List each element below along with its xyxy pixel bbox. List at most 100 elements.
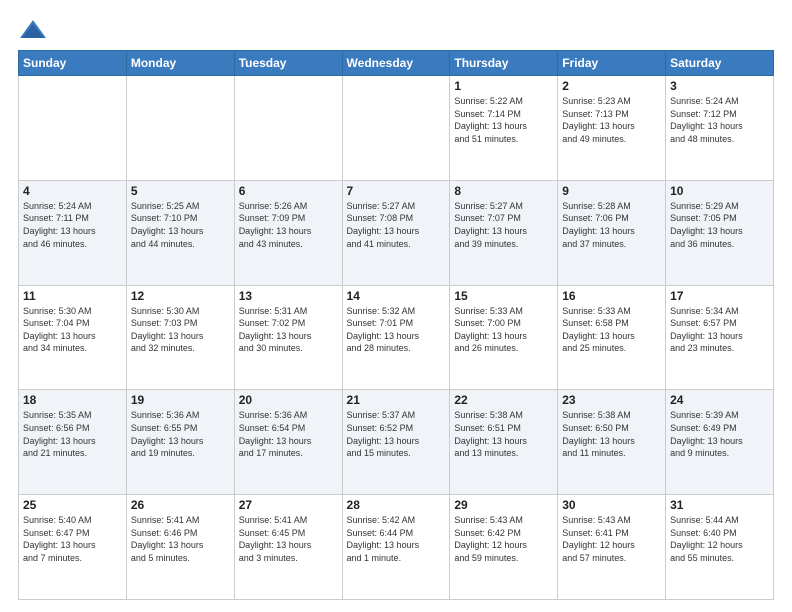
logo-icon xyxy=(18,18,48,42)
calendar-cell: 9 Sunrise: 5:28 AM Sunset: 7:06 PM Daylig… xyxy=(558,180,666,285)
calendar-cell: 15Sunrise: 5:33 AM Sunset: 7:00 PM Dayli… xyxy=(450,285,558,390)
day-info: Sunrise: 5:30 AM Sunset: 7:03 PM Dayligh… xyxy=(131,305,230,355)
weekday-header: Wednesday xyxy=(342,51,450,76)
calendar-cell: 7Sunrise: 5:27 AM Sunset: 7:08 PM Daylig… xyxy=(342,180,450,285)
day-number: 9 xyxy=(562,184,661,198)
day-number: 29 xyxy=(454,498,553,512)
day-info: Sunrise: 5:32 AM Sunset: 7:01 PM Dayligh… xyxy=(347,305,446,355)
calendar-week-row: 4 Sunrise: 5:24 AM Sunset: 7:11 PM Daylig… xyxy=(19,180,774,285)
day-number: 27 xyxy=(239,498,338,512)
calendar-table: SundayMondayTuesdayWednesdayThursdayFrid… xyxy=(18,50,774,600)
day-info: Sunrise: 5:39 AM Sunset: 6:49 PM Dayligh… xyxy=(670,409,769,459)
day-number: 3 xyxy=(670,79,769,93)
calendar-cell: 3 Sunrise: 5:24 AM Sunset: 7:12 PM Daylig… xyxy=(666,76,774,181)
day-number: 18 xyxy=(23,393,122,407)
calendar-cell: 16 Sunrise: 5:33 AM Sunset: 6:58 PM Dayli… xyxy=(558,285,666,390)
calendar-cell: 21 Sunrise: 5:37 AM Sunset: 6:52 PM Dayli… xyxy=(342,390,450,495)
day-number: 4 xyxy=(23,184,122,198)
calendar-header-row: SundayMondayTuesdayWednesdayThursdayFrid… xyxy=(19,51,774,76)
calendar-cell: 26 Sunrise: 5:41 AM Sunset: 6:46 PM Dayli… xyxy=(126,495,234,600)
day-info: Sunrise: 5:41 AM Sunset: 6:46 PM Dayligh… xyxy=(131,514,230,564)
weekday-header: Tuesday xyxy=(234,51,342,76)
day-info: Sunrise: 5:30 AM Sunset: 7:04 PM Dayligh… xyxy=(23,305,122,355)
day-number: 12 xyxy=(131,289,230,303)
day-info: Sunrise: 5:36 AM Sunset: 6:54 PM Dayligh… xyxy=(239,409,338,459)
weekday-header: Monday xyxy=(126,51,234,76)
day-info: Sunrise: 5:29 AM Sunset: 7:05 PM Dayligh… xyxy=(670,200,769,250)
day-number: 26 xyxy=(131,498,230,512)
day-info: Sunrise: 5:37 AM Sunset: 6:52 PM Dayligh… xyxy=(347,409,446,459)
day-number: 14 xyxy=(347,289,446,303)
calendar-cell: 10 Sunrise: 5:29 AM Sunset: 7:05 PM Dayli… xyxy=(666,180,774,285)
calendar-cell: 24 Sunrise: 5:39 AM Sunset: 6:49 PM Dayli… xyxy=(666,390,774,495)
day-number: 21 xyxy=(347,393,446,407)
day-number: 23 xyxy=(562,393,661,407)
day-info: Sunrise: 5:43 AM Sunset: 6:42 PM Dayligh… xyxy=(454,514,553,564)
weekday-header: Thursday xyxy=(450,51,558,76)
day-number: 16 xyxy=(562,289,661,303)
calendar-cell xyxy=(19,76,127,181)
calendar-cell: 2 Sunrise: 5:23 AM Sunset: 7:13 PM Daylig… xyxy=(558,76,666,181)
day-info: Sunrise: 5:28 AM Sunset: 7:06 PM Dayligh… xyxy=(562,200,661,250)
weekday-header: Saturday xyxy=(666,51,774,76)
day-number: 28 xyxy=(347,498,446,512)
header xyxy=(18,18,774,42)
calendar-week-row: 1 Sunrise: 5:22 AM Sunset: 7:14 PM Daylig… xyxy=(19,76,774,181)
day-info: Sunrise: 5:38 AM Sunset: 6:51 PM Dayligh… xyxy=(454,409,553,459)
calendar-cell: 1 Sunrise: 5:22 AM Sunset: 7:14 PM Daylig… xyxy=(450,76,558,181)
calendar-cell: 19 Sunrise: 5:36 AM Sunset: 6:55 PM Dayli… xyxy=(126,390,234,495)
day-info: Sunrise: 5:24 AM Sunset: 7:11 PM Dayligh… xyxy=(23,200,122,250)
calendar-cell: 25 Sunrise: 5:40 AM Sunset: 6:47 PM Dayli… xyxy=(19,495,127,600)
weekday-header: Sunday xyxy=(19,51,127,76)
day-number: 1 xyxy=(454,79,553,93)
day-number: 22 xyxy=(454,393,553,407)
day-number: 25 xyxy=(23,498,122,512)
day-number: 19 xyxy=(131,393,230,407)
day-number: 30 xyxy=(562,498,661,512)
day-info: Sunrise: 5:27 AM Sunset: 7:08 PM Dayligh… xyxy=(347,200,446,250)
day-info: Sunrise: 5:24 AM Sunset: 7:12 PM Dayligh… xyxy=(670,95,769,145)
day-info: Sunrise: 5:40 AM Sunset: 6:47 PM Dayligh… xyxy=(23,514,122,564)
day-info: Sunrise: 5:41 AM Sunset: 6:45 PM Dayligh… xyxy=(239,514,338,564)
calendar-cell: 31Sunrise: 5:44 AM Sunset: 6:40 PM Dayli… xyxy=(666,495,774,600)
day-info: Sunrise: 5:35 AM Sunset: 6:56 PM Dayligh… xyxy=(23,409,122,459)
day-info: Sunrise: 5:31 AM Sunset: 7:02 PM Dayligh… xyxy=(239,305,338,355)
calendar-week-row: 11 Sunrise: 5:30 AM Sunset: 7:04 PM Dayli… xyxy=(19,285,774,390)
day-info: Sunrise: 5:43 AM Sunset: 6:41 PM Dayligh… xyxy=(562,514,661,564)
day-info: Sunrise: 5:23 AM Sunset: 7:13 PM Dayligh… xyxy=(562,95,661,145)
day-number: 20 xyxy=(239,393,338,407)
calendar-week-row: 18 Sunrise: 5:35 AM Sunset: 6:56 PM Dayli… xyxy=(19,390,774,495)
day-number: 2 xyxy=(562,79,661,93)
calendar-cell: 28Sunrise: 5:42 AM Sunset: 6:44 PM Dayli… xyxy=(342,495,450,600)
calendar-week-row: 25 Sunrise: 5:40 AM Sunset: 6:47 PM Dayli… xyxy=(19,495,774,600)
page: SundayMondayTuesdayWednesdayThursdayFrid… xyxy=(0,0,792,612)
calendar-cell: 14 Sunrise: 5:32 AM Sunset: 7:01 PM Dayli… xyxy=(342,285,450,390)
day-info: Sunrise: 5:34 AM Sunset: 6:57 PM Dayligh… xyxy=(670,305,769,355)
calendar-cell: 29 Sunrise: 5:43 AM Sunset: 6:42 PM Dayli… xyxy=(450,495,558,600)
weekday-header: Friday xyxy=(558,51,666,76)
day-info: Sunrise: 5:25 AM Sunset: 7:10 PM Dayligh… xyxy=(131,200,230,250)
day-number: 24 xyxy=(670,393,769,407)
calendar-cell: 23 Sunrise: 5:38 AM Sunset: 6:50 PM Dayli… xyxy=(558,390,666,495)
calendar-cell: 6 Sunrise: 5:26 AM Sunset: 7:09 PM Daylig… xyxy=(234,180,342,285)
calendar-cell: 20 Sunrise: 5:36 AM Sunset: 6:54 PM Dayli… xyxy=(234,390,342,495)
calendar-cell: 5 Sunrise: 5:25 AM Sunset: 7:10 PM Daylig… xyxy=(126,180,234,285)
calendar-cell: 22 Sunrise: 5:38 AM Sunset: 6:51 PM Dayli… xyxy=(450,390,558,495)
calendar-cell: 11 Sunrise: 5:30 AM Sunset: 7:04 PM Dayli… xyxy=(19,285,127,390)
day-number: 15 xyxy=(454,289,553,303)
day-info: Sunrise: 5:33 AM Sunset: 6:58 PM Dayligh… xyxy=(562,305,661,355)
day-number: 11 xyxy=(23,289,122,303)
day-info: Sunrise: 5:36 AM Sunset: 6:55 PM Dayligh… xyxy=(131,409,230,459)
calendar-cell: 13Sunrise: 5:31 AM Sunset: 7:02 PM Dayli… xyxy=(234,285,342,390)
calendar-cell xyxy=(234,76,342,181)
day-number: 10 xyxy=(670,184,769,198)
day-info: Sunrise: 5:22 AM Sunset: 7:14 PM Dayligh… xyxy=(454,95,553,145)
day-info: Sunrise: 5:38 AM Sunset: 6:50 PM Dayligh… xyxy=(562,409,661,459)
day-number: 17 xyxy=(670,289,769,303)
day-number: 5 xyxy=(131,184,230,198)
calendar-cell: 8Sunrise: 5:27 AM Sunset: 7:07 PM Daylig… xyxy=(450,180,558,285)
calendar-cell: 12 Sunrise: 5:30 AM Sunset: 7:03 PM Dayli… xyxy=(126,285,234,390)
calendar-cell xyxy=(342,76,450,181)
day-number: 6 xyxy=(239,184,338,198)
day-info: Sunrise: 5:26 AM Sunset: 7:09 PM Dayligh… xyxy=(239,200,338,250)
